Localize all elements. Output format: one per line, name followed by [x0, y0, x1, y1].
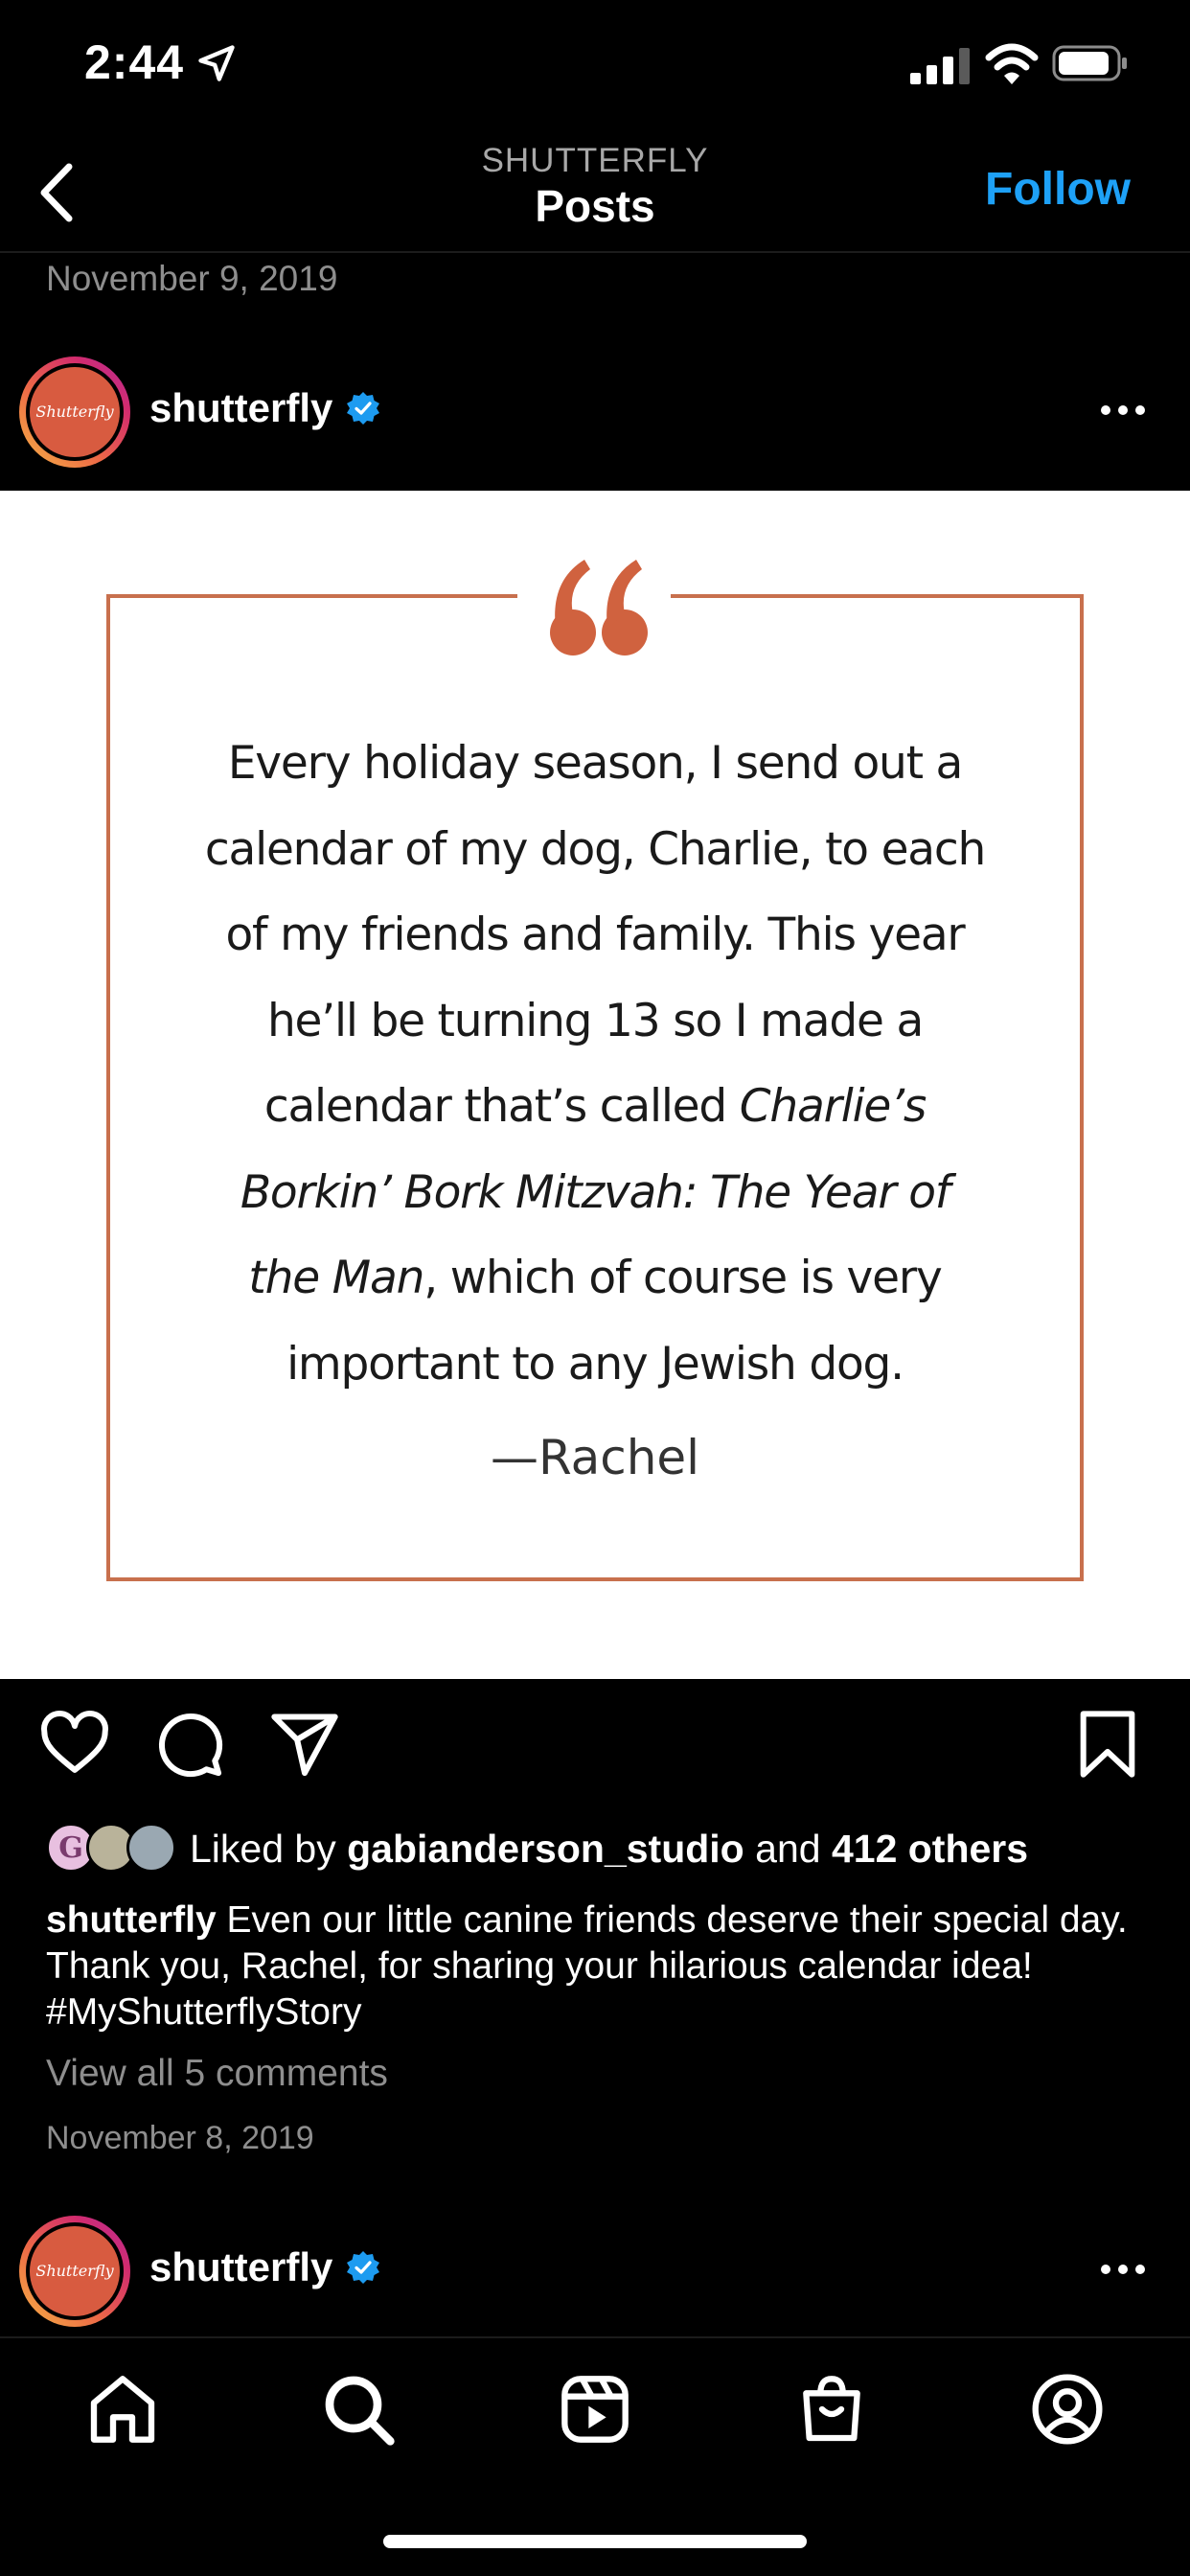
avatar-logo-text: Shutterfly	[30, 367, 120, 457]
shop-icon[interactable]	[793, 2371, 870, 2448]
post-caption: shutterfly Even our little canine friend…	[46, 1898, 1157, 2036]
more-options-icon[interactable]	[1098, 399, 1148, 422]
view-comments-link[interactable]: View all 5 comments	[46, 2053, 388, 2095]
post-header: Shutterfly shutterfly	[0, 349, 1190, 473]
bookmark-icon[interactable]	[1071, 1708, 1144, 1781]
likes-row: G Liked by gabianderson_studio and 412 o…	[46, 1821, 1177, 1874]
quote-line: he’ll be turning 13 so I made a	[266, 994, 924, 1047]
wifi-icon	[985, 43, 1039, 84]
likes-summary[interactable]: Liked by gabianderson_studio and 412 oth…	[190, 1827, 1028, 1872]
navigation-header: SHUTTERFLY Posts Follow	[0, 134, 1190, 253]
post-actions	[0, 1708, 1190, 1794]
follow-button[interactable]: Follow	[985, 163, 1131, 216]
status-bar: 2:44	[0, 0, 1190, 134]
quote-line: the Man, which of course is very	[248, 1252, 942, 1304]
quote-author: —Rachel	[490, 1430, 700, 1485]
quote-mark-icon	[517, 533, 671, 677]
quote-line: calendar that’s called Charlie’s	[263, 1080, 927, 1133]
search-icon[interactable]	[320, 2371, 397, 2448]
post-username[interactable]: shutterfly	[149, 385, 332, 431]
home-icon[interactable]	[84, 2371, 161, 2448]
liker-avatar[interactable]	[126, 1823, 176, 1873]
heart-icon[interactable]	[38, 1708, 111, 1781]
quote-line: important to any Jewish dog.	[286, 1337, 904, 1391]
comment-icon[interactable]	[153, 1708, 226, 1781]
liker-username[interactable]: gabianderson_studio	[347, 1827, 744, 1871]
quote-line: calendar of my dog, Charlie, to each	[204, 822, 987, 876]
avatar-logo-text: Shutterfly	[30, 2226, 120, 2316]
next-post-header: Shutterfly shutterfly	[0, 2208, 1190, 2333]
quote-line: Borkin’ Bork Mitzvah: The Year of	[240, 1165, 950, 1219]
avatar[interactable]: Shutterfly	[19, 2216, 130, 2327]
profile-icon[interactable]	[1029, 2371, 1106, 2448]
caption-username[interactable]: shutterfly	[46, 1899, 217, 1941]
location-arrow-icon	[198, 45, 235, 81]
quote-line: Every holiday season, I send out a	[227, 737, 964, 790]
share-icon[interactable]	[268, 1708, 341, 1781]
battery-icon	[1052, 45, 1127, 81]
cellular-signal-icon	[910, 48, 970, 84]
home-indicator[interactable]	[383, 2535, 807, 2548]
post-date: November 8, 2019	[46, 2120, 314, 2156]
reels-icon[interactable]	[557, 2371, 633, 2448]
likes-others-count[interactable]: 412 others	[832, 1827, 1028, 1871]
quote-line: of my friends and family. This year	[225, 908, 965, 961]
post-image[interactable]: Every holiday season, I send out a calen…	[0, 491, 1190, 1679]
verified-badge-icon	[347, 2251, 379, 2284]
quote-text: Every holiday season, I send out a calen…	[125, 721, 1065, 1407]
previous-post-date: November 9, 2019	[46, 259, 338, 298]
more-options-icon[interactable]	[1098, 2258, 1148, 2281]
status-time: 2:44	[84, 35, 185, 89]
avatar[interactable]: Shutterfly	[19, 356, 130, 468]
verified-badge-icon	[347, 392, 379, 425]
instagram-posts-screen: 2:44 SHUTTERFLY Posts Follow November 9,…	[0, 0, 1190, 2576]
post-username[interactable]: shutterfly	[149, 2244, 332, 2290]
